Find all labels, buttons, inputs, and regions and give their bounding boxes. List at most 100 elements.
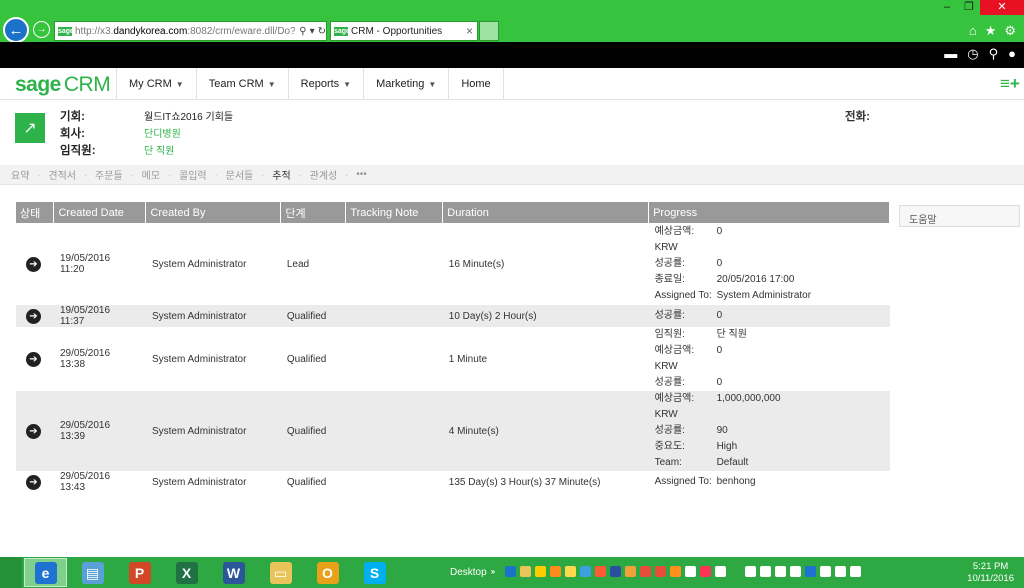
- tray-icon[interactable]: [580, 566, 591, 577]
- tray-icon[interactable]: [535, 566, 546, 577]
- start-button[interactable]: [0, 557, 22, 588]
- arrow-right-icon[interactable]: ➔: [26, 423, 41, 439]
- tray-icon[interactable]: [520, 566, 531, 577]
- browser-tab[interactable]: sage CRM - Opportunities ×: [330, 21, 478, 41]
- progress-key: Team:: [654, 457, 682, 468]
- arrow-right-icon[interactable]: ➔: [26, 308, 41, 324]
- menu-home[interactable]: Home: [448, 68, 504, 100]
- tray-icon[interactable]: [670, 566, 681, 577]
- taskbar-skype-icon[interactable]: S: [353, 558, 396, 587]
- menu-marketing[interactable]: Marketing ▼: [363, 68, 448, 100]
- search-icon[interactable]: ⚲: [989, 46, 999, 62]
- taskbar-excel-icon[interactable]: X: [165, 558, 208, 587]
- menu-team-crm[interactable]: Team CRM ▼: [195, 68, 288, 100]
- tray-icon[interactable]: [850, 566, 861, 577]
- tab-separator: ·: [37, 169, 41, 180]
- taskbar-outlook-icon[interactable]: O: [306, 558, 349, 587]
- tray-icon[interactable]: [715, 566, 726, 577]
- tab-item[interactable]: •••: [353, 169, 370, 180]
- new-record-icon[interactable]: ≡+: [1000, 74, 1020, 94]
- column-header[interactable]: Progress: [648, 202, 890, 223]
- dropdown-icon[interactable]: ▾: [310, 26, 315, 37]
- user-icon[interactable]: ●: [1008, 46, 1016, 62]
- column-header[interactable]: Created By: [145, 202, 282, 223]
- tray-icon[interactable]: [775, 566, 786, 577]
- help-button[interactable]: 도움말: [899, 205, 1020, 227]
- tab-item[interactable]: 요약: [8, 167, 32, 182]
- forward-button[interactable]: →: [33, 21, 50, 38]
- tab-item[interactable]: 문서들: [223, 167, 257, 182]
- home-icon[interactable]: ⌂: [969, 23, 977, 39]
- tray-icon[interactable]: [550, 566, 561, 577]
- tray-icon[interactable]: [820, 566, 831, 577]
- column-header[interactable]: Duration: [442, 202, 650, 223]
- tray-icon[interactable]: [700, 566, 711, 577]
- tray-icon[interactable]: [835, 566, 846, 577]
- tray-icon[interactable]: [760, 566, 771, 577]
- progress-value: System Administrator: [716, 290, 812, 301]
- tray-icon[interactable]: [745, 566, 756, 577]
- table-row: ➔ 29/05/2016 13:43 System Administrator Qual…: [16, 471, 890, 493]
- system-clock[interactable]: 5:21 PM 10/11/2016: [967, 561, 1014, 585]
- tab-item[interactable]: 견적서: [45, 167, 79, 182]
- sage-crm-logo[interactable]: sage CRM: [15, 73, 111, 97]
- column-header[interactable]: Tracking Note: [345, 202, 444, 223]
- settings-gear-icon[interactable]: ⚙: [1004, 23, 1016, 39]
- taskbar-powerpoint-icon[interactable]: P: [118, 558, 161, 587]
- tray-icon[interactable]: [685, 566, 696, 577]
- created-date-cell: 19/05/2016 11:20: [59, 253, 111, 275]
- progress-cell: 성공률: 0: [648, 305, 890, 327]
- tray-icon[interactable]: [565, 566, 576, 577]
- tab-close-icon[interactable]: ×: [466, 24, 473, 38]
- column-header[interactable]: 상태: [16, 202, 55, 223]
- back-button[interactable]: ←: [3, 17, 29, 43]
- taskbar-ie-icon[interactable]: e: [24, 558, 67, 587]
- tray-icon[interactable]: [805, 566, 816, 577]
- opportunity-value: 월드IT쇼2016 기회들: [144, 112, 234, 123]
- tray-icon[interactable]: [505, 566, 516, 577]
- taskbar-word-icon[interactable]: W: [212, 558, 255, 587]
- tray-icon[interactable]: [640, 566, 651, 577]
- taskbar-files-icon[interactable]: ▤: [71, 558, 114, 587]
- tray-icon[interactable]: [595, 566, 606, 577]
- tab-separator: ·: [345, 169, 349, 180]
- progress-key: 예상금액: KRW: [654, 393, 695, 420]
- arrow-right-icon[interactable]: ➔: [26, 256, 41, 272]
- progress-item: 성공률: 90: [655, 423, 890, 439]
- minimize-icon[interactable]: –: [936, 0, 958, 15]
- tab-item[interactable]: 주문들: [92, 167, 126, 182]
- tab-item[interactable]: 관계성: [307, 167, 341, 182]
- progress-item: 성공률: 0: [655, 375, 890, 391]
- window-close-icon[interactable]: ✕: [980, 0, 1024, 15]
- column-header[interactable]: Created Date: [53, 202, 147, 223]
- tab-item[interactable]: 메모: [139, 167, 163, 182]
- refresh-icon[interactable]: ↻: [318, 26, 326, 37]
- chevron-down-icon: ▼: [428, 79, 437, 89]
- clock-icon[interactable]: ◷: [967, 46, 978, 62]
- tracking-note-cell: [345, 305, 443, 327]
- taskbar-explorer-icon[interactable]: ▭: [259, 558, 302, 587]
- column-header[interactable]: 단계: [280, 202, 347, 223]
- desktop-toolbar[interactable]: Desktop»: [450, 567, 495, 578]
- tray-icon[interactable]: [625, 566, 636, 577]
- chat-icon[interactable]: ▬: [944, 46, 957, 62]
- company-link[interactable]: 단디병원: [144, 125, 181, 141]
- address-bar[interactable]: sage http://x3.dandykorea.com:8082/crm/e…: [54, 21, 327, 41]
- tray-icon[interactable]: [790, 566, 801, 577]
- tab-item[interactable]: 콜입력: [176, 167, 210, 182]
- table-row: ➔ 19/05/2016 11:37 System Administrator Qual…: [16, 305, 890, 327]
- favorites-star-icon[interactable]: ★: [985, 23, 997, 39]
- new-tab-button[interactable]: [479, 21, 499, 41]
- menu-my-crm[interactable]: My CRM ▼: [116, 68, 196, 100]
- tab-item[interactable]: 추적: [269, 167, 293, 182]
- address-url[interactable]: http://x3.dandykorea.com:8082/crm/eware.…: [75, 26, 295, 37]
- arrow-right-icon[interactable]: ➔: [26, 351, 41, 367]
- tray-icon[interactable]: [655, 566, 666, 577]
- arrow-right-icon[interactable]: ➔: [26, 474, 41, 490]
- tray-icon[interactable]: [730, 566, 741, 577]
- person-link[interactable]: 단 직원: [144, 142, 174, 158]
- tray-icon[interactable]: [610, 566, 621, 577]
- menu-reports[interactable]: Reports ▼: [287, 68, 363, 100]
- search-icon[interactable]: ⚲: [299, 26, 306, 37]
- maximize-icon[interactable]: ❐: [958, 0, 980, 15]
